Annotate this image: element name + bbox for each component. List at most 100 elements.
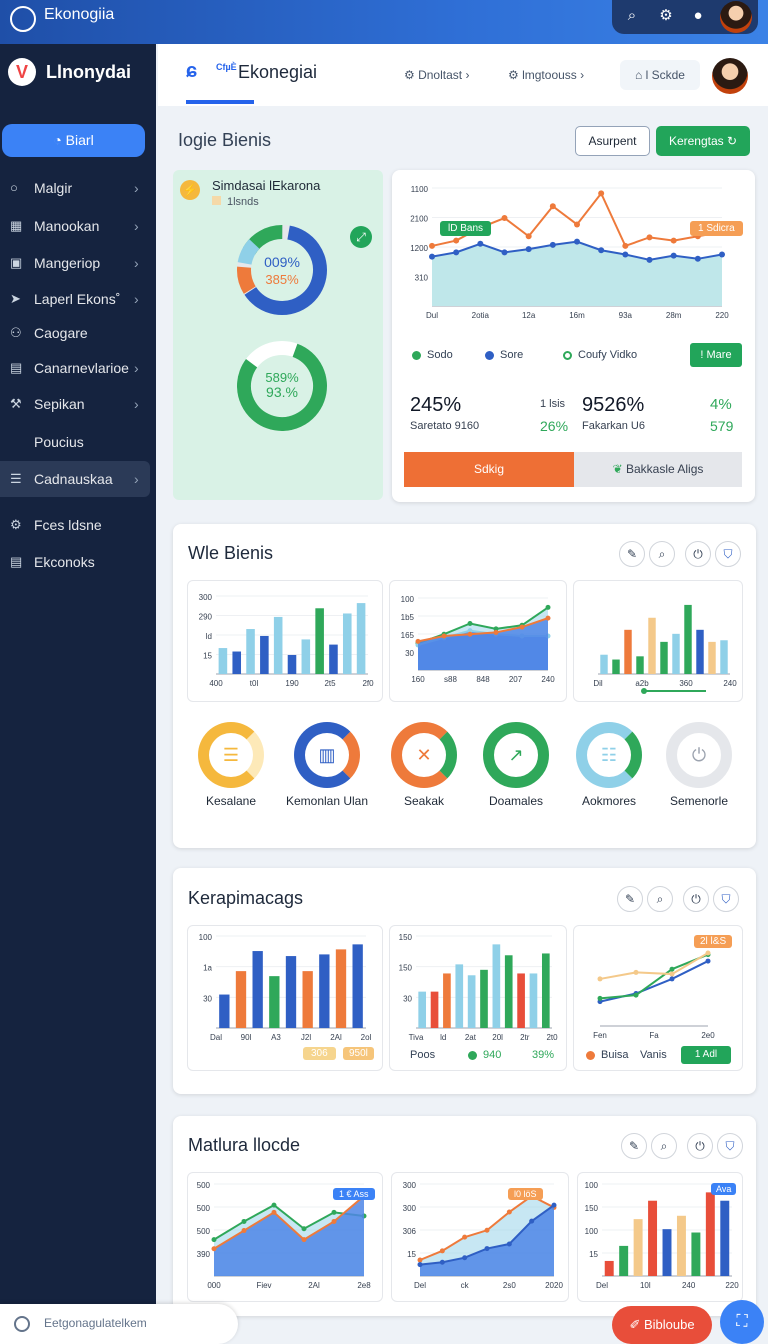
power-icon[interactable]: ⏻ [685,541,711,567]
x-tick-label: 220 [715,311,729,320]
sidebar-item[interactable]: ▦ Manookan › [0,208,150,244]
bar [619,1245,629,1276]
x-tick-label: 2f0 [362,679,374,688]
y-tick-label: 300 [199,593,213,602]
bar [504,955,513,1028]
header-avatar[interactable] [712,58,748,94]
home-pill[interactable]: ⌂ l Sckde [620,60,700,90]
bottom-search[interactable]: Eetgonagulatelkem [0,1304,238,1344]
edit-icon[interactable]: ✎ [619,541,645,567]
sidebar-item[interactable]: ○ Malgir › [0,170,150,206]
sidebar-item-label: Cadnauskaa [34,471,113,487]
bar [273,616,283,674]
bar-chart-s2c2: Tiva ld 2at 20l 2tr 2t0 150 150 30 [399,933,558,1042]
more-button[interactable]: ! Mare [690,343,742,367]
chart-tag: l0 löS [508,1188,543,1200]
sidebar-item[interactable]: ▤ Canarnevlarioe › [0,350,150,386]
sidebar-item[interactable]: ▤ Ekconoks [0,544,150,580]
shield-icon[interactable]: ⛉ [715,541,741,567]
power-icon[interactable]: ⏻ [687,1133,713,1159]
chart-icon[interactable]: ▥ [294,722,360,788]
nav-lmgtoouss[interactable]: ⚙ lmgtoouss › [508,68,584,82]
search-icon[interactable]: ⌕ [647,886,673,912]
x-tick-label: 2t5 [324,679,336,688]
data-point [705,950,711,956]
data-point [597,995,603,1001]
line-chart-s1c2: 160 s88 848 207 240 100 1b5 165 30 [401,595,556,684]
edit-icon[interactable]: ✎ [621,1133,647,1159]
bar [696,629,704,674]
y-tick-label: 15 [407,1250,416,1259]
sidebar-item[interactable]: ⚒ Sepikan › [0,386,150,422]
gear-icon[interactable]: ⚙ [654,4,678,28]
search-icon[interactable]: ⌕ [620,4,644,28]
sidebar-item[interactable]: ☰ Cadnauskaa › [0,461,150,497]
data-point [501,249,508,256]
x-tick-label: 2ol [361,1033,372,1042]
summary-panel [173,170,383,500]
bar [467,975,476,1028]
edit-icon[interactable]: ✎ [617,886,643,912]
data-point [670,252,677,259]
data-point [331,1218,337,1224]
cross-icon[interactable]: ✕ [391,722,457,788]
bell-icon[interactable]: ● [686,4,710,28]
sidebar-item-label: Ekconoks [34,554,95,570]
summary-subtitle-text: 1lsnds [227,196,259,208]
sidebar-item[interactable]: ▣ Mangeriop › [0,245,150,281]
search-icon[interactable]: ⌕ [649,541,675,567]
columns-icon[interactable]: ☷ [576,722,642,788]
grey-action-button[interactable]: ❦ Bakkasle Aligs [574,452,742,487]
x-tick-label: Fiev [256,1281,271,1290]
data-point [439,1248,445,1254]
data-point [417,1262,423,1268]
sidebar-item-label: Manookan [34,218,100,234]
sidebar-item[interactable]: ⚇ Caogare [0,315,150,351]
shield-icon[interactable]: ⛉ [713,886,739,912]
power-icon[interactable]: ⏻ [683,886,709,912]
trend-icon[interactable]: ↗ [483,722,549,788]
chart-tag-1: lD Bans [440,221,492,236]
data-point [549,241,556,248]
expand-fab-icon[interactable]: ⛶ [720,1300,764,1344]
bibloube-button[interactable]: ✐ Bibloube [612,1306,712,1344]
sidebar-item[interactable]: Poucius [0,424,150,460]
avatar[interactable] [720,1,752,33]
y-tick-label: 310 [415,274,429,283]
data-point [211,1237,217,1243]
add-button[interactable]: 1 Adl [681,1046,731,1064]
y-tick-label: 100 [401,595,415,604]
bar [342,613,352,674]
bar [246,629,255,674]
section-3-tools: ✎ ⌕ ⏻ ⛉ [621,1133,747,1159]
data-point [477,240,484,247]
chart-tag: 2l l&S [694,935,733,948]
sidebar-item[interactable]: ➤ Laperl Ekons˚ › [0,281,150,317]
y-tick-label: 2100 [410,215,428,224]
orange-action-button[interactable]: Sdkig [404,452,574,487]
bar [455,964,464,1028]
search-icon[interactable]: ⌕ [651,1133,677,1159]
nav-dnoltast[interactable]: ⚙ Dnoltast › [404,68,469,82]
x-tick-label: 240 [682,1281,696,1290]
list-icon[interactable]: ☰ [198,722,264,788]
shield-icon[interactable]: ⛉ [717,1133,743,1159]
bar [335,949,347,1028]
x-tick-label: Del [414,1281,426,1290]
data-point [525,246,532,253]
y-tick-label: 306 [403,1227,417,1236]
bar [319,954,330,1028]
app-title: Ekonogiia [44,6,115,23]
x-tick-label: 20l [492,1033,503,1042]
legend-label: Coufy Vidko [578,349,638,361]
sidebar-item[interactable]: ⚙ Fces ldsne [0,507,150,543]
outline-button[interactable]: Asurpent [575,126,650,156]
data-point [429,253,435,260]
y-tick-label: 1a [203,964,212,973]
green-button[interactable]: Kerengtas ↻ [656,126,750,156]
primary-button[interactable]: ◔ Biarl [2,124,145,157]
power-icon[interactable]: ⏻ [666,722,732,788]
data-point [545,604,551,610]
expand-icon[interactable]: ⤢ [350,226,372,248]
sidebar-item-label: Caogare [34,325,88,341]
